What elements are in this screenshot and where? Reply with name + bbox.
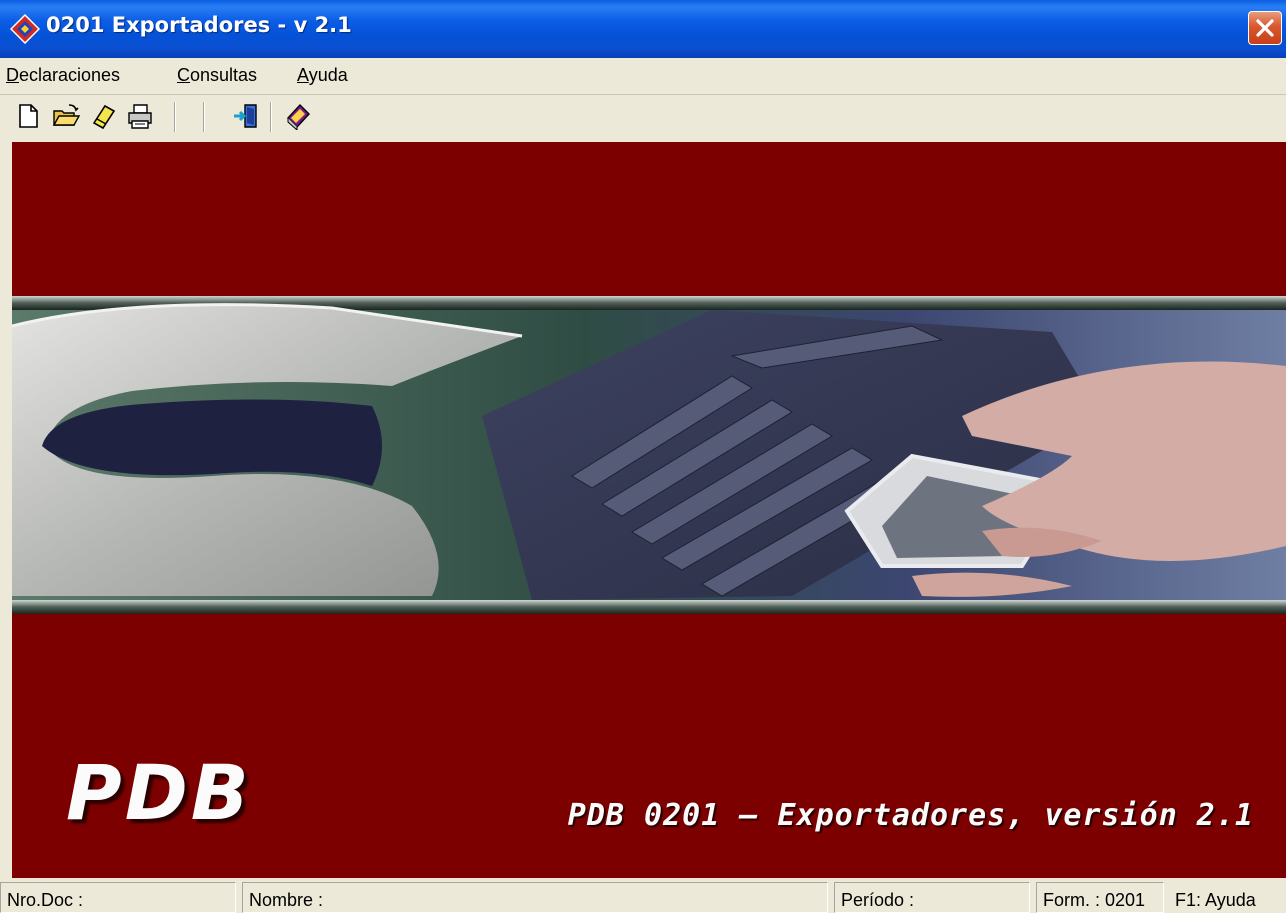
menu-declaraciones[interactable]: Declaraciones <box>6 65 120 86</box>
menu-accel-c: C <box>177 65 190 85</box>
toolbar-separator <box>270 102 272 132</box>
new-document-icon[interactable] <box>14 102 42 130</box>
keyboard-banner-illustration <box>12 296 1286 614</box>
help-book-icon[interactable] <box>284 102 312 132</box>
close-button[interactable] <box>1248 11 1282 45</box>
main-splash-area: PDB PDB 0201 – Exportadores, versión 2.1 <box>12 142 1286 878</box>
status-nro-doc: Nro.Doc : <box>0 882 236 913</box>
print-icon[interactable] <box>126 102 154 130</box>
status-bar: Nro.Doc : Nombre : Período : Form. : 020… <box>0 878 1286 913</box>
toolbar <box>0 95 1286 139</box>
toolbar-separator <box>174 102 176 132</box>
open-folder-icon[interactable] <box>52 102 81 130</box>
close-icon <box>1256 19 1274 37</box>
menu-ayuda[interactable]: Ayuda <box>297 65 348 86</box>
status-periodo: Período : <box>834 882 1030 913</box>
pdb-logo: PDB <box>66 748 252 837</box>
menu-accel-d: D <box>6 65 19 85</box>
banner-image <box>12 296 1286 614</box>
menu-label: onsultas <box>190 65 258 85</box>
menu-label: yuda <box>308 65 348 85</box>
app-diamond-icon[interactable] <box>9 13 41 45</box>
window-title: 0201 Exportadores - v 2.1 <box>46 13 352 37</box>
exit-door-icon[interactable] <box>232 102 260 130</box>
status-form: Form. : 0201 <box>1036 882 1164 913</box>
status-nombre: Nombre : <box>242 882 828 913</box>
menu-consultas[interactable]: Consultas <box>177 65 257 86</box>
menu-bar: Declaraciones Consultas Ayuda <box>0 58 1286 95</box>
menu-label: eclaraciones <box>19 65 121 85</box>
toolbar-separator <box>203 102 205 132</box>
eraser-icon[interactable] <box>90 102 118 130</box>
product-subtitle: PDB 0201 – Exportadores, versión 2.1 <box>567 798 1254 833</box>
menu-accel-a: A <box>297 65 309 85</box>
title-bar[interactable]: 0201 Exportadores - v 2.1 <box>0 0 1286 58</box>
status-help-hint: F1: Ayuda <box>1175 890 1256 910</box>
